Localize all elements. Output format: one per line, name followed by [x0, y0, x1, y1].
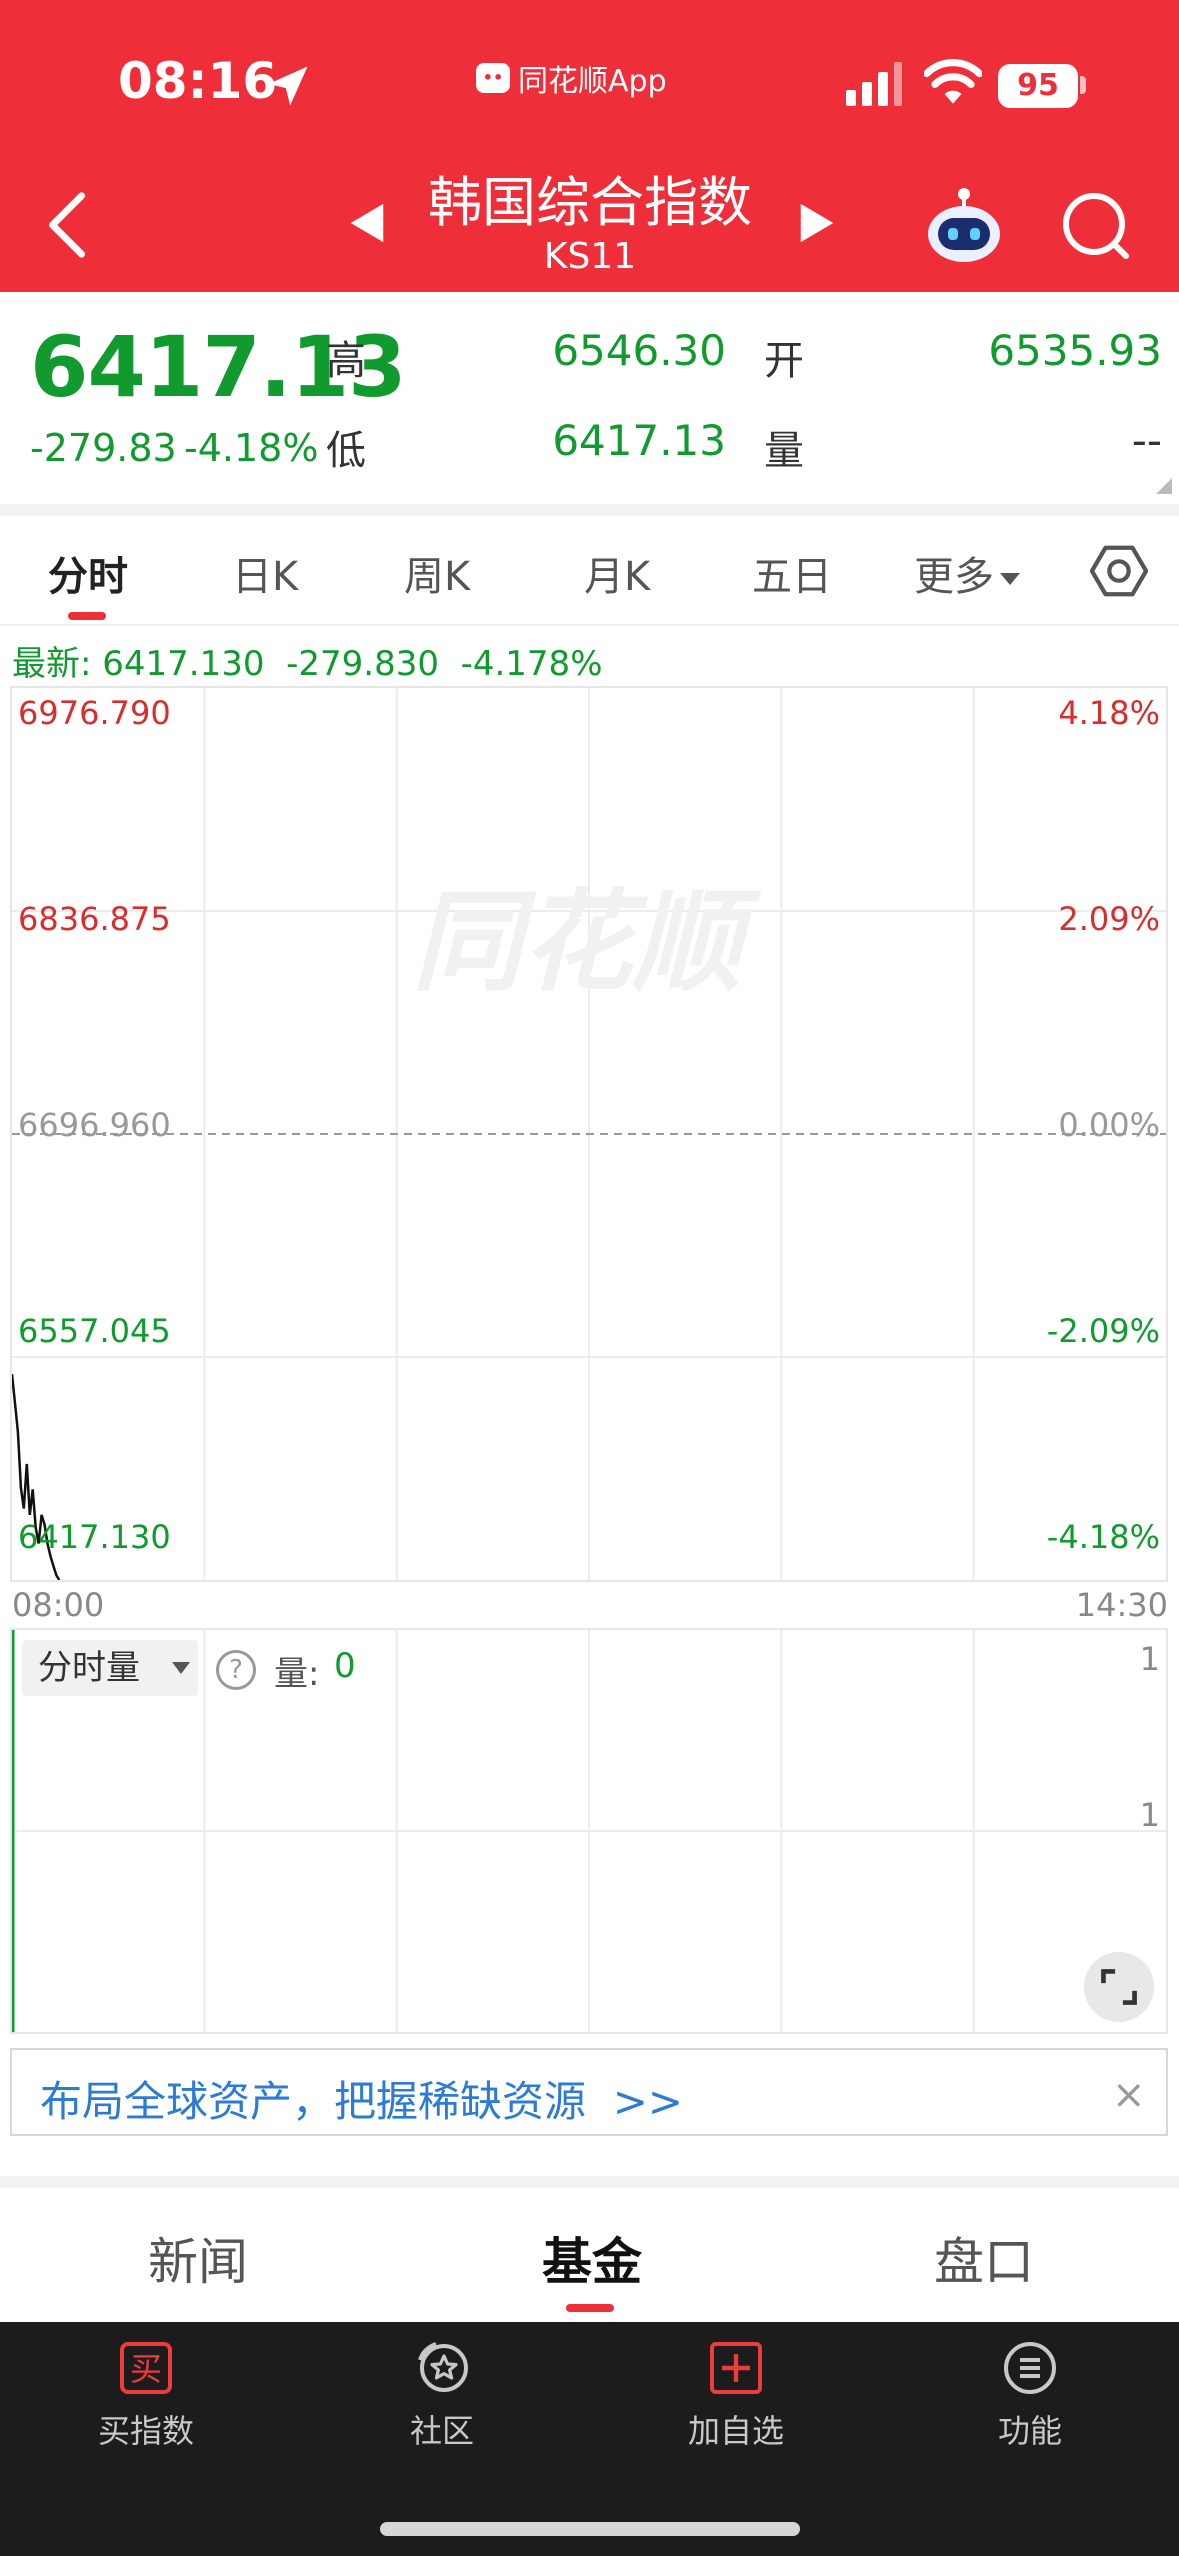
cellular-signal-icon — [846, 62, 902, 106]
y-left-tick: 6976.790 — [18, 694, 171, 732]
tab-order-book[interactable]: 盘口 — [934, 2222, 1034, 2294]
functions-label: 功能 — [997, 2412, 1062, 2450]
price-change: -279.83 — [30, 426, 177, 470]
volume-value: -- — [1131, 416, 1162, 465]
battery-indicator: 95 — [998, 64, 1078, 108]
x-start-tick: 08:00 — [12, 1586, 105, 1624]
chevron-down-icon — [1000, 573, 1020, 585]
promo-banner-text[interactable]: 布局全球资产，把握稀缺资源 >> — [40, 2068, 683, 2129]
functions-button[interactable]: 功能 — [930, 2340, 1130, 2452]
low-value: 6417.13 — [552, 416, 726, 465]
y-right-tick: -4.18% — [1046, 1518, 1160, 1556]
page-title: 韩国综合指数 — [428, 171, 752, 234]
wifi-icon — [924, 59, 982, 104]
location-arrow-icon — [268, 66, 308, 106]
price-change-percent: -4.18% — [184, 426, 319, 470]
index-code: KS11 — [543, 236, 637, 277]
expand-corner-icon[interactable] — [1156, 478, 1172, 494]
back-button[interactable] — [42, 190, 94, 260]
low-label: 低 — [326, 428, 366, 474]
prev-index-button[interactable] — [344, 200, 388, 246]
open-label: 开 — [764, 338, 804, 384]
volume-indicator-select[interactable]: 分时量 — [22, 1640, 198, 1696]
search-icon[interactable] — [1060, 190, 1132, 262]
y-left-tick: 6836.875 — [18, 900, 171, 938]
add-watchlist-button[interactable]: 加自选 — [636, 2340, 836, 2452]
divider — [0, 2176, 1179, 2188]
tab-more-label: 更多 — [914, 554, 994, 600]
battery-nub — [1080, 76, 1086, 94]
community-icon — [418, 2342, 468, 2392]
buy-icon: 买 — [120, 2342, 172, 2394]
tab-monthly-k[interactable]: 月K — [584, 544, 650, 602]
active-tab-indicator — [68, 612, 106, 620]
next-index-button[interactable] — [796, 200, 840, 246]
status-time: 08:16 — [118, 52, 278, 110]
app-logo-icon: •• — [476, 63, 510, 93]
quote-summary: 6417.13 -279.83 -4.18% 高 6546.30 低 6417.… — [0, 292, 1179, 504]
y-right-tick: 0.00% — [1058, 1106, 1160, 1144]
tab-funds[interactable]: 基金 — [542, 2222, 642, 2294]
volume-panel[interactable]: 分时量 ? 量: 0 1 1 — [10, 1628, 1168, 2034]
tab-five-day[interactable]: 五日 — [752, 544, 832, 602]
latest-quote-line: 最新: 6417.130 -279.830 -4.178% — [12, 644, 603, 684]
close-icon[interactable]: × — [1112, 2072, 1146, 2118]
chart-grid-lines — [12, 688, 1166, 1580]
menu-icon — [1004, 2342, 1056, 2394]
header: 08:16 •• 同花顺App 95 韩国综合指数 KS11 — [0, 0, 1179, 292]
open-value: 6535.93 — [988, 326, 1162, 375]
time-axis: 08:00 14:30 — [10, 1582, 1168, 1630]
high-label: 高 — [326, 338, 366, 384]
period-tabs: 分时 日K 周K 月K 五日 更多 — [0, 516, 1179, 626]
home-indicator[interactable] — [380, 2522, 800, 2536]
intraday-chart[interactable]: 同花顺 6976.790 6836.875 6696.960 6557.045 … — [10, 686, 1168, 1582]
chevron-down-icon — [172, 1662, 190, 1674]
active-section-indicator — [566, 2304, 614, 2312]
y-left-tick: 6417.130 — [18, 1518, 171, 1556]
volume-indicator-label: 分时量 — [38, 1648, 140, 1688]
tab-news[interactable]: 新闻 — [148, 2222, 248, 2294]
app-screen: 08:16 •• 同花顺App 95 韩国综合指数 KS11 6417.13 -… — [0, 0, 1179, 2556]
tab-daily-k[interactable]: 日K — [232, 544, 298, 602]
y-right-tick: 4.18% — [1058, 694, 1160, 732]
add-watchlist-label: 加自选 — [687, 2412, 784, 2450]
bottom-action-bar: 买 买指数 社区 加自选 功能 — [0, 2322, 1179, 2556]
community-button[interactable]: 社区 — [342, 2340, 542, 2452]
y-left-tick: 6557.045 — [18, 1312, 171, 1350]
buy-index-button[interactable]: 买 买指数 — [46, 2340, 246, 2452]
ai-assistant-robot-icon[interactable] — [922, 186, 1006, 266]
watermark: 同花顺 — [412, 878, 742, 1006]
promo-banner[interactable]: 布局全球资产，把握稀缺资源 >> × — [10, 2048, 1168, 2136]
tab-more[interactable]: 更多 — [914, 544, 1020, 602]
divider — [0, 504, 1179, 516]
volume-current-value: 0 — [334, 1646, 356, 1686]
volume-label: 量 — [764, 428, 804, 474]
volume-caption: 量: — [274, 1654, 320, 1694]
tab-intraday[interactable]: 分时 — [48, 544, 128, 602]
app-name: 同花顺App — [518, 64, 667, 99]
section-tabs: 新闻 基金 盘口 — [0, 2188, 1179, 2322]
y-right-tick: -2.09% — [1046, 1312, 1160, 1350]
buy-index-label: 买指数 — [97, 2412, 194, 2450]
help-icon[interactable]: ? — [216, 1650, 256, 1690]
y-right-tick: 2.09% — [1058, 900, 1160, 938]
buy-icon-glyph: 买 — [130, 2350, 162, 2388]
status-app-label: •• 同花顺App — [476, 56, 667, 100]
tab-weekly-k[interactable]: 周K — [404, 544, 470, 602]
volume-y-mid: 1 — [1139, 1796, 1160, 1834]
add-watchlist-icon — [710, 2342, 762, 2394]
chart-settings-icon[interactable] — [1090, 542, 1148, 600]
high-value: 6546.30 — [552, 326, 726, 375]
community-label: 社区 — [409, 2412, 474, 2450]
y-left-tick: 6696.960 — [18, 1106, 171, 1144]
fullscreen-expand-icon[interactable] — [1084, 1952, 1154, 2022]
volume-y-max: 1 — [1139, 1640, 1160, 1678]
chart-canvas — [12, 688, 1166, 1580]
x-end-tick: 14:30 — [1075, 1586, 1168, 1624]
